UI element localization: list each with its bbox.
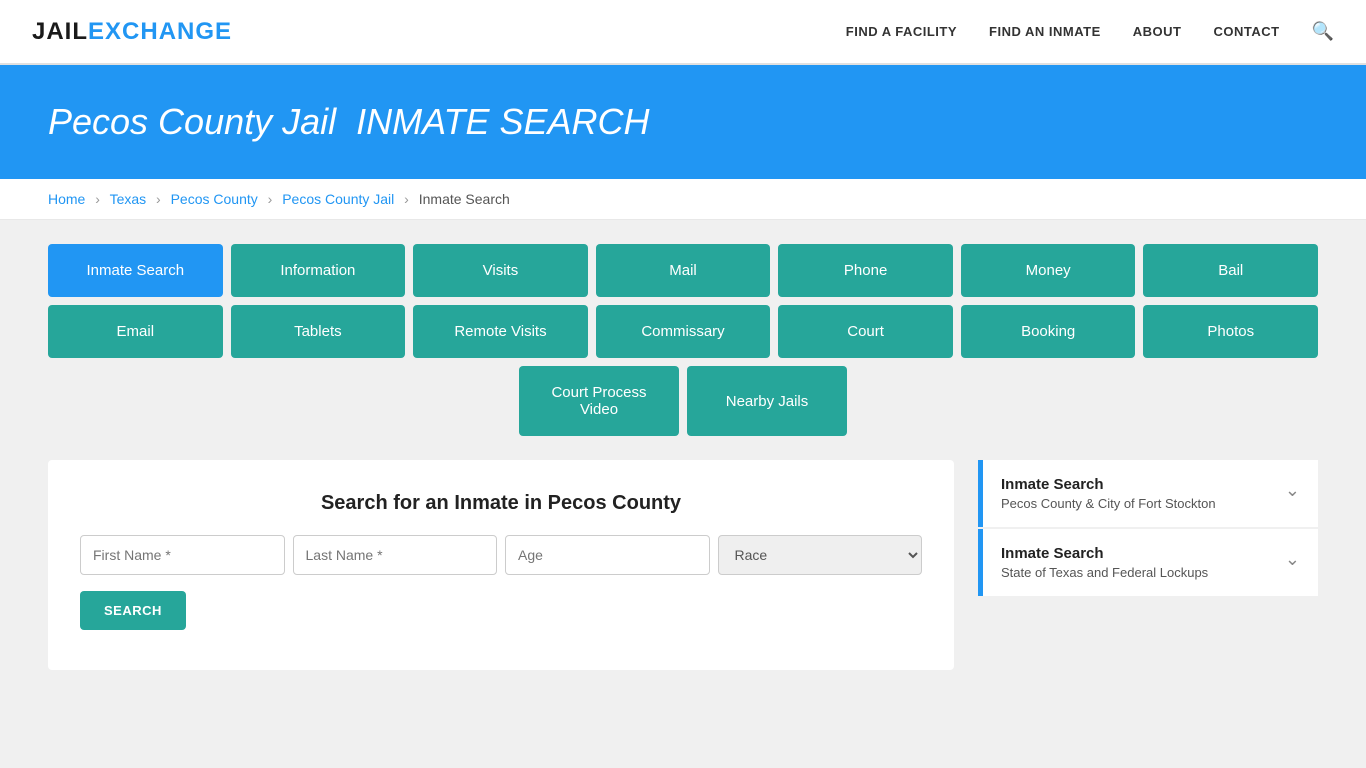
nav-row-2: Email Tablets Remote Visits Commissary C… — [48, 305, 1318, 358]
sidebar-item-texas-subtitle: State of Texas and Federal Lockups — [1001, 565, 1208, 580]
page-title-bold: Pecos County Jail — [48, 101, 336, 142]
breadcrumb-texas[interactable]: Texas — [110, 191, 147, 207]
breadcrumb-pecos-county-jail[interactable]: Pecos County Jail — [282, 191, 394, 207]
search-button[interactable]: SEARCH — [80, 591, 186, 630]
sidebar-item-texas-title: Inmate Search — [1001, 545, 1208, 562]
search-card: Search for an Inmate in Pecos County Rac… — [48, 460, 954, 670]
age-input[interactable] — [505, 535, 710, 575]
nav-btn-bail[interactable]: Bail — [1143, 244, 1318, 297]
last-name-input[interactable] — [293, 535, 498, 575]
sidebar-item-pecos-title: Inmate Search — [1001, 476, 1216, 493]
search-title: Search for an Inmate in Pecos County — [80, 492, 922, 515]
nav-btn-booking[interactable]: Booking — [961, 305, 1136, 358]
nav-find-facility[interactable]: FIND A FACILITY — [846, 24, 957, 39]
nav-btn-remote-visits[interactable]: Remote Visits — [413, 305, 588, 358]
nav-about[interactable]: ABOUT — [1133, 24, 1182, 39]
breadcrumb-sep-2: › — [156, 191, 161, 207]
search-inputs: Race White Black Hispanic Asian Other — [80, 535, 922, 575]
breadcrumb-sep-1: › — [95, 191, 100, 207]
logo-jail: JAIL — [32, 18, 88, 46]
nav-btn-court[interactable]: Court — [778, 305, 953, 358]
nav-row-1: Inmate Search Information Visits Mail Ph… — [48, 244, 1318, 297]
nav-row-3: Court Process Video Nearby Jails — [48, 366, 1318, 436]
page-title-italic: INMATE SEARCH — [356, 101, 649, 142]
breadcrumb-current: Inmate Search — [419, 191, 510, 207]
sidebar-item-pecos-subtitle: Pecos County & City of Fort Stockton — [1001, 496, 1216, 511]
nav-btn-mail[interactable]: Mail — [596, 244, 771, 297]
main-nav: FIND A FACILITY FIND AN INMATE ABOUT CON… — [846, 21, 1334, 42]
nav-btn-inmate-search[interactable]: Inmate Search — [48, 244, 223, 297]
chevron-down-icon: ⌄ — [1285, 480, 1300, 501]
nav-btn-court-process-video[interactable]: Court Process Video — [519, 366, 679, 436]
search-toggle-button[interactable]: 🔍 — [1312, 21, 1334, 42]
sidebar-item-pecos-text: Inmate Search Pecos County & City of For… — [1001, 476, 1216, 511]
nav-btn-commissary[interactable]: Commissary — [596, 305, 771, 358]
nav-find-inmate[interactable]: FIND AN INMATE — [989, 24, 1101, 39]
breadcrumb-sep-4: › — [404, 191, 409, 207]
content-row: Search for an Inmate in Pecos County Rac… — [48, 460, 1318, 670]
logo-exchange: EXCHANGE — [88, 18, 232, 46]
nav-btn-email[interactable]: Email — [48, 305, 223, 358]
breadcrumb-pecos-county[interactable]: Pecos County — [171, 191, 258, 207]
breadcrumb-sep-3: › — [268, 191, 273, 207]
nav-btn-money[interactable]: Money — [961, 244, 1136, 297]
hero-banner: Pecos County Jail INMATE SEARCH — [0, 65, 1366, 179]
logo[interactable]: JAILEXCHANGE — [32, 18, 232, 46]
sidebar-item-pecos[interactable]: Inmate Search Pecos County & City of For… — [978, 460, 1318, 527]
breadcrumb: Home › Texas › Pecos County › Pecos Coun… — [0, 179, 1366, 220]
sidebar: Inmate Search Pecos County & City of For… — [978, 460, 1318, 596]
breadcrumb-home[interactable]: Home — [48, 191, 85, 207]
nav-btn-photos[interactable]: Photos — [1143, 305, 1318, 358]
nav-btn-information[interactable]: Information — [231, 244, 406, 297]
page-title: Pecos County Jail INMATE SEARCH — [48, 101, 1318, 143]
first-name-input[interactable] — [80, 535, 285, 575]
nav-contact[interactable]: CONTACT — [1213, 24, 1279, 39]
nav-btn-tablets[interactable]: Tablets — [231, 305, 406, 358]
nav-btn-nearby-jails[interactable]: Nearby Jails — [687, 366, 847, 436]
sidebar-item-texas-text: Inmate Search State of Texas and Federal… — [1001, 545, 1208, 580]
nav-btn-visits[interactable]: Visits — [413, 244, 588, 297]
race-select[interactable]: Race White Black Hispanic Asian Other — [718, 535, 923, 575]
navigation-buttons: Inmate Search Information Visits Mail Ph… — [48, 244, 1318, 436]
nav-btn-phone[interactable]: Phone — [778, 244, 953, 297]
main-content: Inmate Search Information Visits Mail Ph… — [0, 220, 1366, 694]
sidebar-item-texas[interactable]: Inmate Search State of Texas and Federal… — [978, 529, 1318, 596]
chevron-down-icon-2: ⌄ — [1285, 549, 1300, 570]
site-header: JAILEXCHANGE FIND A FACILITY FIND AN INM… — [0, 0, 1366, 65]
